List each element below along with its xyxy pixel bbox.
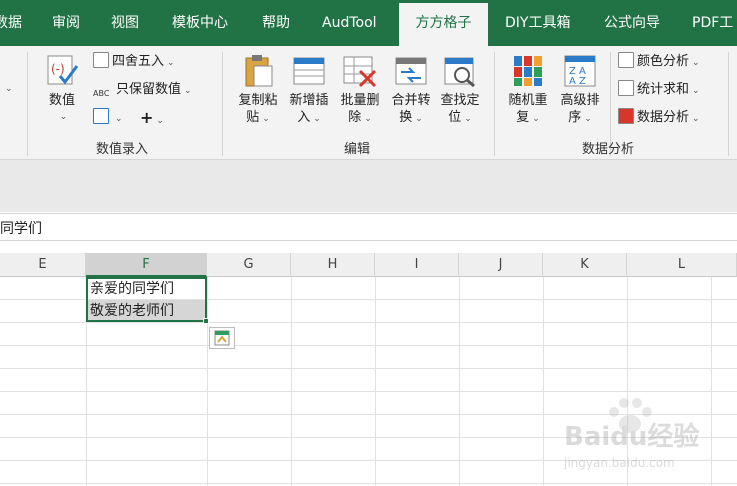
ribbon-tab-bar: 数据 审阅 视图 模板中心 帮助 AudTool 方方格子 DIY工具箱 公式向… <box>0 0 737 46</box>
chevron-down-icon: ⌄ <box>692 86 700 96</box>
chevron-down-icon: ⌄ <box>59 112 68 122</box>
svg-text:(-): (-) <box>51 62 65 76</box>
chevron-down-icon: ⌄ <box>262 114 270 124</box>
chevron-down-icon: ⌄ <box>364 114 372 124</box>
svg-text:A Z: A Z <box>569 76 586 87</box>
chevron-down-icon: ⌄ <box>584 114 592 124</box>
abc-icon: ABC <box>93 89 110 98</box>
copy-paste-button[interactable]: 复制粘 贴 ⌄ <box>234 54 282 128</box>
selection-border <box>86 277 207 322</box>
insert-rows-icon <box>291 54 327 88</box>
tab-data[interactable]: 数据 <box>0 0 22 46</box>
chevron-down-icon: ⌄ <box>167 58 175 68</box>
group-separator <box>27 52 28 156</box>
ribbon-panel: ⌄ (-) 数值 ⌄ 四舍五入⌄ ABC只保留数值⌄ ⌄ +⌄ 数值录入 <box>0 46 737 160</box>
value-icon: (-) <box>44 54 80 88</box>
quick-analysis-button[interactable] <box>209 327 235 349</box>
clipboard-icon <box>240 54 276 88</box>
tab-formula-wizard[interactable]: 公式向导 <box>604 0 660 46</box>
column-header-k[interactable]: K <box>543 253 627 277</box>
delete-grid-icon <box>342 54 378 88</box>
formula-bar-text: 同学们 <box>0 221 42 237</box>
round-icon <box>93 52 109 68</box>
tab-review[interactable]: 审阅 <box>52 0 80 46</box>
group-label-analysis: 数据分析 <box>582 142 635 157</box>
group-separator <box>222 52 223 156</box>
tab-view[interactable]: 视图 <box>111 0 139 46</box>
column-header-g[interactable]: G <box>207 253 291 277</box>
group-label-edit: 编辑 <box>344 142 371 157</box>
baidu-watermark: Baidu经验 jingyan.baidu.com <box>560 398 735 480</box>
column-header-e[interactable]: E <box>0 253 86 277</box>
color-analysis-button[interactable]: 颜色分析 ⌄ <box>618 50 700 74</box>
merge-icon <box>393 54 429 88</box>
formula-gap <box>0 241 737 253</box>
column-header-h[interactable]: H <box>291 253 375 277</box>
insert-button[interactable]: 新增插 入 ⌄ <box>285 54 333 128</box>
quick-analysis-icon <box>214 330 230 346</box>
group-separator <box>728 52 729 156</box>
chevron-down-icon[interactable]: ⌄ <box>5 84 13 94</box>
search-icon <box>442 54 478 88</box>
data-analysis-button[interactable]: 数据分析 ⌄ <box>618 106 700 130</box>
analysis-icon <box>618 108 634 124</box>
plus-button[interactable]: + ⌄ <box>140 106 164 130</box>
chevron-down-icon: ⌄ <box>115 114 123 124</box>
chevron-down-icon: ⌄ <box>692 58 700 68</box>
pencil-icon <box>93 108 109 124</box>
round-button[interactable]: 四舍五入 ⌄ <box>93 50 175 74</box>
chevron-down-icon: ⌄ <box>532 114 540 124</box>
chevron-down-icon: ⌄ <box>415 114 423 124</box>
tab-template-center[interactable]: 模板中心 <box>172 0 228 46</box>
group-separator <box>494 52 495 156</box>
tab-diy-toolbox[interactable]: DIY工具箱 <box>505 0 570 46</box>
merge-convert-button[interactable]: 合并转 换 ⌄ <box>387 54 435 128</box>
bulk-delete-button[interactable]: 批量删 除 ⌄ <box>336 54 384 128</box>
tab-help[interactable]: 帮助 <box>262 0 290 46</box>
tab-pdf[interactable]: PDF工 <box>692 0 733 46</box>
column-header-f[interactable]: F <box>86 253 207 277</box>
column-header-l[interactable]: L <box>627 253 737 277</box>
edit-cell-button[interactable]: ⌄ <box>93 106 123 130</box>
find-locate-button[interactable]: 查找定 位 ⌄ <box>436 54 484 128</box>
color-grid-icon <box>618 52 634 68</box>
chevron-down-icon: ⌄ <box>184 86 192 96</box>
calculator-icon <box>618 80 634 96</box>
random-repeat-button[interactable]: 随机重 复 ⌄ <box>504 54 552 128</box>
group-label-numeric: 数值录入 <box>96 142 149 157</box>
column-header-j[interactable]: J <box>459 253 543 277</box>
fill-handle[interactable] <box>203 318 209 324</box>
tab-fangfang[interactable]: 方方格子 <box>399 0 488 46</box>
chevron-down-icon: ⌄ <box>156 116 164 126</box>
value-button[interactable]: (-) 数值 ⌄ <box>40 54 84 126</box>
tab-audtool[interactable]: AudTool <box>322 0 377 46</box>
formula-bar[interactable]: 同学们 <box>0 213 737 241</box>
stat-sum-button[interactable]: 统计求和 ⌄ <box>618 78 700 102</box>
chevron-down-icon: ⌄ <box>464 114 472 124</box>
chevron-down-icon: ⌄ <box>313 114 321 124</box>
keep-numeric-button[interactable]: ABC 只保留数值 ⌄ <box>93 78 192 102</box>
chevron-down-icon: ⌄ <box>692 114 700 124</box>
advanced-sort-button[interactable]: Z A A Z 高级排 序 ⌄ <box>556 54 604 128</box>
sort-az-icon: Z A A Z <box>562 54 598 88</box>
random-blocks-icon <box>510 54 546 88</box>
column-header-i[interactable]: I <box>375 253 459 277</box>
ribbon-spacer <box>0 160 737 212</box>
